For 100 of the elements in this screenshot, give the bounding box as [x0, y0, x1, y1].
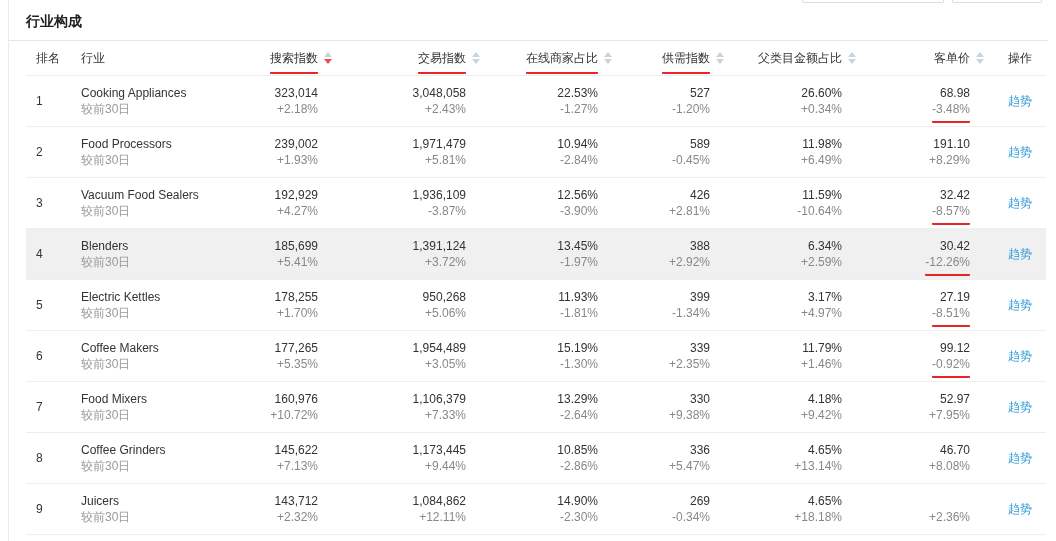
metric-value: 12.56% [557, 187, 598, 203]
compare-label: 较前30日 [81, 458, 132, 474]
metric-change: -2.86% [559, 458, 598, 475]
metric-value: 30.42 [939, 238, 970, 254]
compare-label: 较前30日 [81, 152, 132, 168]
metric-change: +4.27% [276, 203, 318, 220]
metric-value: 13.45% [557, 238, 598, 254]
metric-value: 388 [689, 238, 710, 254]
industry-name: Blenders [81, 238, 130, 254]
sort-icon[interactable] [472, 52, 480, 64]
metric-change: -8.57% [931, 203, 970, 225]
metric-change: +1.70% [276, 305, 318, 322]
metric-change: +5.41% [276, 254, 318, 271]
metric-change: -1.20% [671, 101, 710, 118]
metric-value: 160,976 [274, 391, 318, 407]
metric-value: 22.53% [557, 85, 598, 101]
metric-value: 68.98 [939, 85, 970, 101]
sort-icon[interactable] [604, 52, 612, 64]
select-field[interactable] [952, 0, 1042, 3]
metric-value: 11.79% [802, 340, 842, 356]
metric-change: +9.42% [800, 407, 842, 424]
metric-value: 1,084,862 [412, 493, 466, 509]
trend-link[interactable]: 趋势 [1008, 349, 1032, 363]
trend-link[interactable]: 趋势 [1008, 145, 1032, 159]
metric-value: 1,391,124 [412, 238, 466, 254]
metric-change: -1.81% [559, 305, 598, 322]
column-header: 操作 [1008, 51, 1032, 65]
metric-change: +0.34% [800, 101, 842, 118]
metric-change: +2.59% [800, 254, 842, 271]
section-title: 行业构成 [26, 12, 82, 31]
metric-value: 13.29% [557, 391, 598, 407]
metric-value: 4.65% [807, 442, 842, 458]
metric-value: 192,929 [274, 187, 318, 203]
column-header: 供需指数 [662, 49, 710, 74]
metric-value: 15.19% [557, 340, 598, 356]
metric-value: 589 [689, 136, 710, 152]
metric-value: 14.90% [557, 493, 598, 509]
trend-link[interactable]: 趋势 [1008, 400, 1032, 414]
trend-link[interactable]: 趋势 [1008, 196, 1032, 210]
trend-link[interactable]: 趋势 [1008, 94, 1032, 108]
metric-change: +10.72% [270, 407, 318, 424]
metric-change: -8.51% [931, 305, 970, 327]
metric-change: +2.43% [424, 101, 466, 118]
metric-change: -1.97% [559, 254, 598, 271]
metric-value: 99.12 [939, 340, 970, 356]
metric-change: +2.81% [668, 203, 710, 220]
select-field[interactable] [802, 0, 944, 3]
trend-link[interactable]: 趋势 [1008, 451, 1032, 465]
metric-change: -10.64% [797, 203, 842, 220]
metric-change: +9.44% [424, 458, 466, 475]
compare-label: 较前30日 [81, 305, 132, 321]
sort-icon[interactable] [848, 52, 856, 64]
metric-value: 1,936,109 [412, 187, 466, 203]
metric-change: -2.64% [559, 407, 598, 424]
compare-label: 较前30日 [81, 407, 132, 423]
sort-icon[interactable] [716, 52, 724, 64]
metric-change: +1.46% [800, 356, 842, 373]
metric-value: 11.59% [802, 187, 842, 203]
metric-change: +2.92% [668, 254, 710, 271]
metric-change: +3.72% [424, 254, 466, 271]
metric-change: -1.30% [559, 356, 598, 373]
trend-link[interactable]: 趋势 [1008, 247, 1032, 261]
metric-value: 3.17% [807, 289, 842, 305]
metric-value: 10.94% [557, 136, 598, 152]
metric-value: 399 [689, 289, 710, 305]
metric-change: +8.29% [928, 152, 970, 169]
column-header: 搜索指数 [270, 49, 318, 74]
rank-number: 7 [36, 400, 43, 414]
metric-value: 191.10 [933, 136, 970, 152]
metric-value: 32.42 [939, 187, 970, 203]
metric-value: 177,265 [274, 340, 318, 356]
metric-change: +4.97% [800, 305, 842, 322]
metric-change: -0.45% [671, 152, 710, 169]
trend-link[interactable]: 趋势 [1008, 298, 1032, 312]
rank-number: 8 [36, 451, 43, 465]
metric-value: 1,954,489 [412, 340, 466, 356]
column-header: 父类目金额占比 [758, 50, 842, 67]
column-header: 交易指数 [418, 49, 466, 74]
rank-number: 2 [36, 145, 43, 159]
metric-value: 336 [689, 442, 710, 458]
metric-value: 1,971,479 [412, 136, 466, 152]
metric-change: +5.81% [424, 152, 466, 169]
metric-change: +8.08% [928, 458, 970, 475]
metric-value: 950,268 [422, 289, 466, 305]
metric-change: +5.47% [668, 458, 710, 475]
metric-value: 4.18% [807, 391, 842, 407]
metric-value: 26.60% [801, 85, 842, 101]
metric-value: 145,622 [274, 442, 318, 458]
metric-change: +2.32% [276, 509, 318, 526]
industry-name: Vacuum Food Sealers [81, 187, 200, 203]
metric-change: +9.38% [668, 407, 710, 424]
trend-link[interactable]: 趋势 [1008, 502, 1032, 516]
metric-value: 11.93% [558, 289, 598, 305]
metric-value: 339 [689, 340, 710, 356]
metric-value: 1,106,379 [412, 391, 466, 407]
sort-icon[interactable] [976, 52, 984, 64]
sort-icon[interactable] [324, 52, 332, 64]
column-header: 排名 [36, 51, 60, 65]
metric-change: +2.18% [276, 101, 318, 118]
metric-change: +7.33% [424, 407, 466, 424]
